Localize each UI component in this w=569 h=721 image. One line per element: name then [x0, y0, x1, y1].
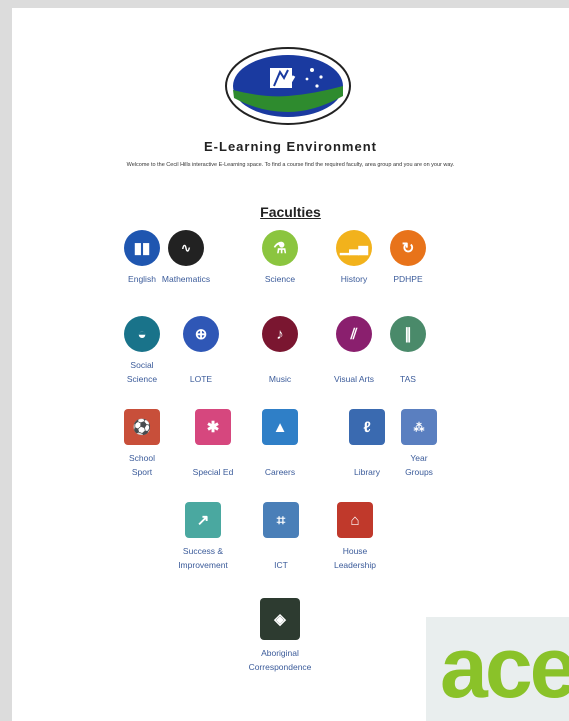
- faculties-heading: Faculties: [260, 204, 321, 220]
- sport-icon: ⚽: [124, 409, 160, 445]
- page: E-Learning Environment Welcome to the Ce…: [12, 8, 569, 721]
- faculty-careers[interactable]: ▲ Careers: [245, 409, 315, 479]
- math-icon: ∿: [168, 230, 204, 266]
- faculty-school-sport[interactable]: ⚽ School Sport: [107, 409, 177, 479]
- globe-icon: ◒: [124, 316, 160, 352]
- page-title: E-Learning Environment: [204, 139, 377, 154]
- faculty-label: School Sport: [129, 453, 155, 477]
- faculty-label: Year Groups: [405, 453, 433, 477]
- faculty-ict[interactable]: ⌗ ICT: [246, 502, 316, 572]
- careers-icon: ▲: [262, 409, 298, 445]
- history-icon: ▁▃▅: [336, 230, 372, 266]
- faculty-label: ICT: [274, 560, 288, 570]
- ict-icon: ⌗: [263, 502, 299, 538]
- year-groups-icon: ⁂: [401, 409, 437, 445]
- school-logo-icon: [225, 47, 351, 125]
- visual-arts-icon: ⫽: [336, 316, 372, 352]
- faculty-label: Careers: [264, 467, 296, 477]
- acer-logo-icon: acer: [426, 617, 569, 721]
- faculty-label: TAS: [400, 374, 416, 384]
- pdhpe-icon: ↻: [390, 230, 426, 266]
- faculty-mathematics[interactable]: ∿ Mathematics: [151, 230, 221, 286]
- languages-icon: ⊕: [183, 316, 219, 352]
- faculty-label: Mathematics: [161, 274, 211, 284]
- faculty-label: Aboriginal Correspondence: [248, 648, 312, 672]
- faculty-aboriginal-correspondence[interactable]: ◈ Aboriginal Correspondence: [245, 598, 315, 674]
- faculty-year-groups[interactable]: ⁂ Year Groups: [384, 409, 454, 479]
- faculty-success-improvement[interactable]: ↗ Success & Improvement: [168, 502, 238, 572]
- faculty-house-leadership[interactable]: ⌂ House Leadership: [320, 502, 390, 572]
- welcome-text: Welcome to the Cecil Hills interactive E…: [126, 162, 455, 168]
- tas-icon: ∥: [390, 316, 426, 352]
- faculty-label: Music: [268, 374, 292, 384]
- faculty-pdhpe[interactable]: ↻ PDHPE: [373, 230, 443, 286]
- faculty-music[interactable]: ♪ Music: [245, 316, 315, 386]
- special-ed-icon: ✱: [195, 409, 231, 445]
- faculty-science[interactable]: ⚗ Science: [245, 230, 315, 286]
- faculty-label: House Leadership: [333, 546, 377, 570]
- faculty-label: Success & Improvement: [178, 546, 228, 570]
- faculty-label: Special Ed: [192, 467, 234, 477]
- faculty-label: PDHPE: [393, 274, 423, 284]
- success-icon: ↗: [185, 502, 221, 538]
- faculty-label: Social Science: [126, 360, 158, 384]
- aboriginal-icon: ◈: [260, 598, 300, 640]
- library-icon: ℓ: [349, 409, 385, 445]
- science-icon: ⚗: [262, 230, 298, 266]
- faculty-lote[interactable]: ⊕ LOTE: [166, 316, 236, 386]
- faculty-label: Science: [264, 274, 296, 284]
- faculty-tas[interactable]: ∥ TAS: [373, 316, 443, 386]
- faculty-special-ed[interactable]: ✱ Special Ed: [178, 409, 248, 479]
- house-icon: ⌂: [337, 502, 373, 538]
- faculty-label: LOTE: [189, 374, 213, 384]
- acer-logo-text: acer: [440, 620, 569, 716]
- music-icon: ♪: [262, 316, 298, 352]
